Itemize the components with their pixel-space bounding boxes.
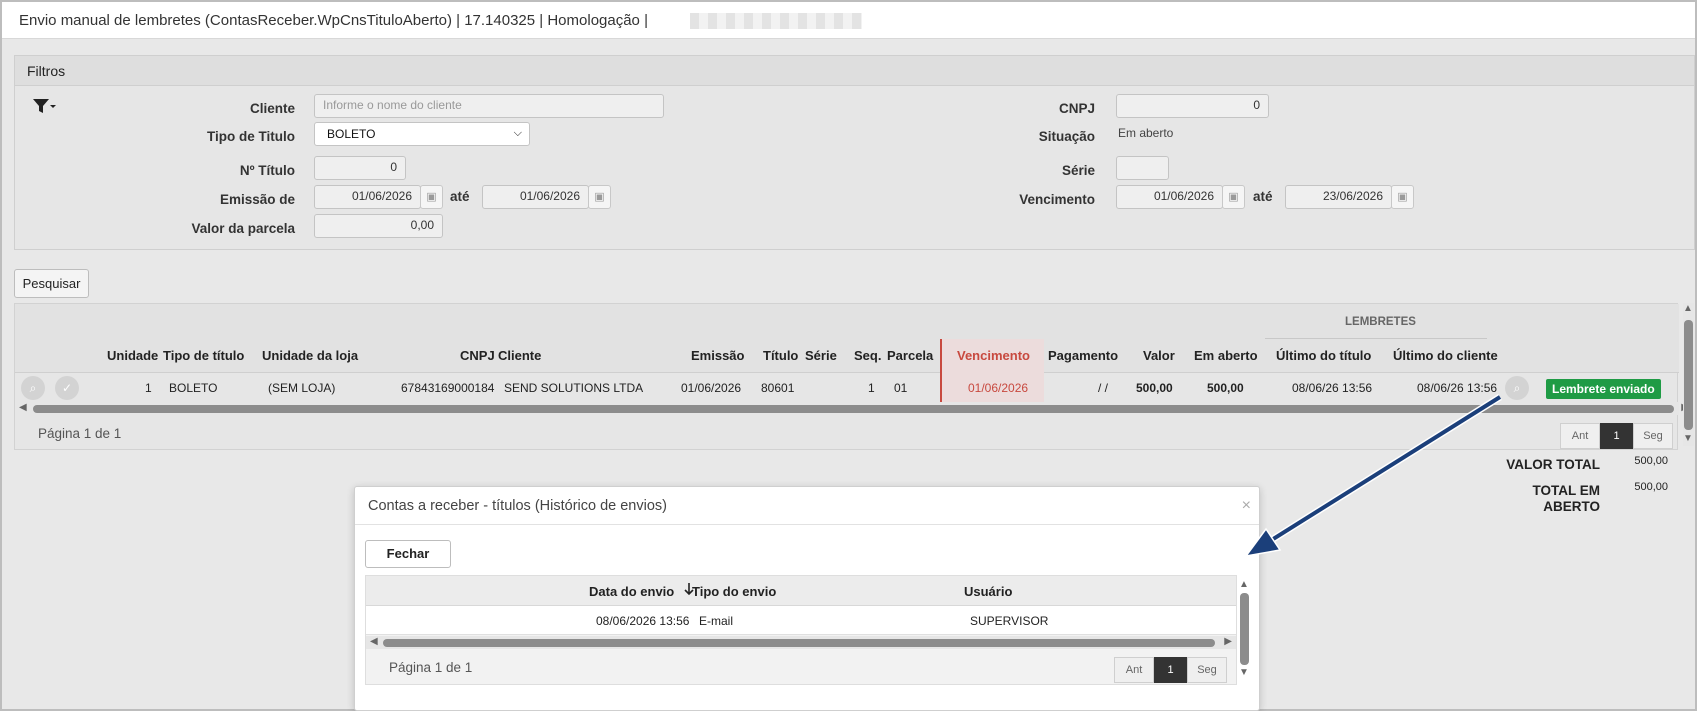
annotation-arrow [1244, 394, 1502, 558]
